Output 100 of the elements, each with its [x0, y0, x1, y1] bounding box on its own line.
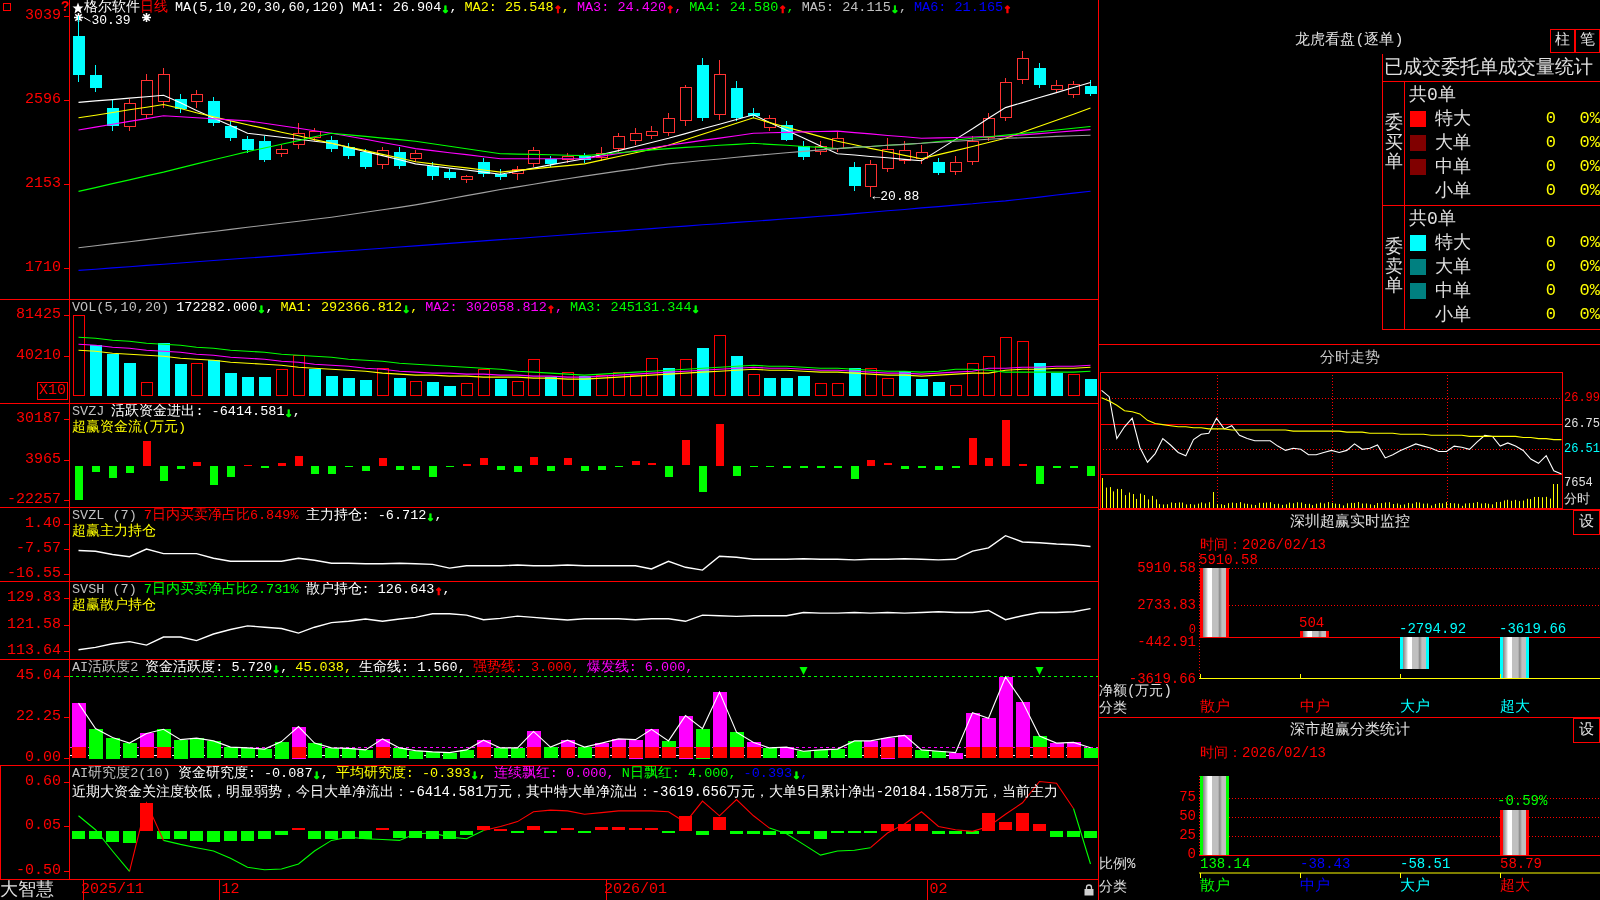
axis-label: 30187: [16, 411, 61, 427]
activity-bar: [544, 747, 558, 758]
analysis-text: 近期大资金关注度较低，明显弱势，今日大单净流出：-6414.581万元，其中特大单净流出：-3619.656万元，大单5日累计净出-20184.158万元，当前主力: [72, 783, 1058, 802]
square-icon: [3, 3, 11, 11]
order-count: 0: [1545, 257, 1556, 277]
activity-bar: [275, 742, 289, 759]
category-label: 散户: [1200, 878, 1230, 896]
candle: [309, 127, 321, 142]
volume-bar: [983, 356, 995, 396]
research-bar: [747, 831, 760, 834]
fund-flow-bar: [581, 466, 589, 471]
fund-flow-bar: [109, 466, 117, 478]
category-label: 大户: [1400, 878, 1430, 896]
research-bar: [477, 826, 490, 830]
activity-bar: [595, 747, 609, 758]
research-bar: [527, 826, 540, 830]
research-bar: [174, 831, 187, 839]
activity-bar: [797, 751, 811, 758]
fund-flow-bar: [851, 466, 859, 479]
volume-bar: [748, 374, 760, 396]
trend-arrow: ↑: [778, 0, 787, 16]
candle: [832, 130, 844, 153]
panel-title: 龙虎看盘(逐单): [1295, 32, 1404, 50]
separator-text: ,: [434, 508, 443, 524]
view-button[interactable]: 笔: [1575, 29, 1600, 53]
data-label: 5910.58: [1199, 553, 1258, 568]
legend-text: SVZJ: [72, 404, 105, 419]
research-bar: [1016, 813, 1029, 831]
trend-arrow: ↓: [272, 660, 281, 676]
separator-text: ,: [449, 0, 458, 16]
data-label: -2794.92: [1399, 622, 1467, 636]
separator-text: ,: [410, 300, 419, 316]
fund-flow-bar: [328, 466, 336, 474]
axis-label: -7.57: [16, 541, 61, 557]
fund-flow-bar: [227, 466, 235, 477]
fund-flow-bar: [396, 466, 404, 470]
legend-text: 生命线: 1.560,: [359, 660, 466, 676]
view-button[interactable]: 柱: [1550, 29, 1575, 53]
axis-label: 3965: [25, 451, 61, 468]
volume-bar: [680, 359, 692, 396]
research-bar: [780, 831, 793, 834]
research-bar: [89, 831, 102, 839]
activity-bar: [511, 748, 525, 758]
data-label: 504: [1299, 616, 1325, 631]
research-bar: [730, 831, 743, 834]
trend-arrow: ↑: [434, 582, 443, 598]
fund-flow-bar: [1002, 420, 1010, 466]
candle: [748, 107, 760, 119]
legend-text: MA6: 21.165: [914, 0, 1004, 16]
research-bar: [932, 831, 945, 834]
row-label: 小单: [1435, 305, 1471, 325]
fund-flow-bar: [682, 440, 690, 465]
candle: [478, 157, 490, 178]
fund-flow-bar: [514, 466, 522, 472]
legend-text: 7日内买卖净占比6.849%: [143, 508, 299, 524]
order-count: 0: [1545, 181, 1556, 201]
ratio-label: -58.51: [1400, 857, 1451, 872]
activity-bar: [409, 751, 423, 759]
research-bar: [915, 824, 928, 831]
volume-bar: [646, 358, 658, 396]
candle: [849, 161, 861, 192]
axis-label: 2596: [25, 92, 61, 109]
volume-bar: [242, 377, 254, 396]
fund-flow-bar: [480, 458, 488, 465]
research-bar: [258, 831, 271, 839]
legend-text: 45.038,: [295, 660, 352, 676]
candle: [461, 174, 473, 184]
candle: [579, 152, 591, 164]
trend-arrow: ↓: [691, 300, 700, 316]
fund-flow-bar: [177, 466, 185, 469]
axis-label: -16.55: [7, 566, 61, 583]
help-mark[interactable]: ?: [61, 0, 70, 15]
activity-bar: [241, 748, 255, 758]
axis-title: 净额(万元): [1099, 684, 1172, 699]
axis-label: 1.40: [25, 515, 61, 532]
fund-flow-bar: [160, 466, 168, 481]
candle: [191, 89, 203, 109]
legend-text: MA3: 24.420: [576, 0, 666, 16]
activity-bar: [780, 747, 794, 758]
activity-bar: [915, 750, 929, 758]
activity-bar: [308, 743, 322, 758]
candle: [528, 146, 540, 168]
legend-text: MA2: 25.548: [464, 0, 554, 16]
settings-button[interactable]: 设: [1573, 718, 1600, 743]
volume-bar: [865, 368, 877, 396]
volume-bar: [832, 383, 844, 396]
separator-text: ,: [898, 0, 907, 16]
activity-bar: [763, 748, 777, 758]
legend-text: MA3: 245131.344: [570, 300, 692, 316]
separator-text: ,: [478, 766, 487, 782]
bar: [1500, 810, 1529, 855]
fund-flow-bar: [497, 466, 505, 470]
candle: [225, 120, 237, 142]
asterisk-icon: [73, 12, 84, 23]
settings-button[interactable]: 设: [1573, 510, 1600, 535]
table-title: 已成交委托单成交量统计: [1384, 56, 1593, 79]
activity-bar: [932, 751, 946, 758]
volume-bar: [528, 359, 540, 396]
research-bar: [342, 831, 355, 839]
axis-label: 26.75: [1564, 416, 1600, 431]
